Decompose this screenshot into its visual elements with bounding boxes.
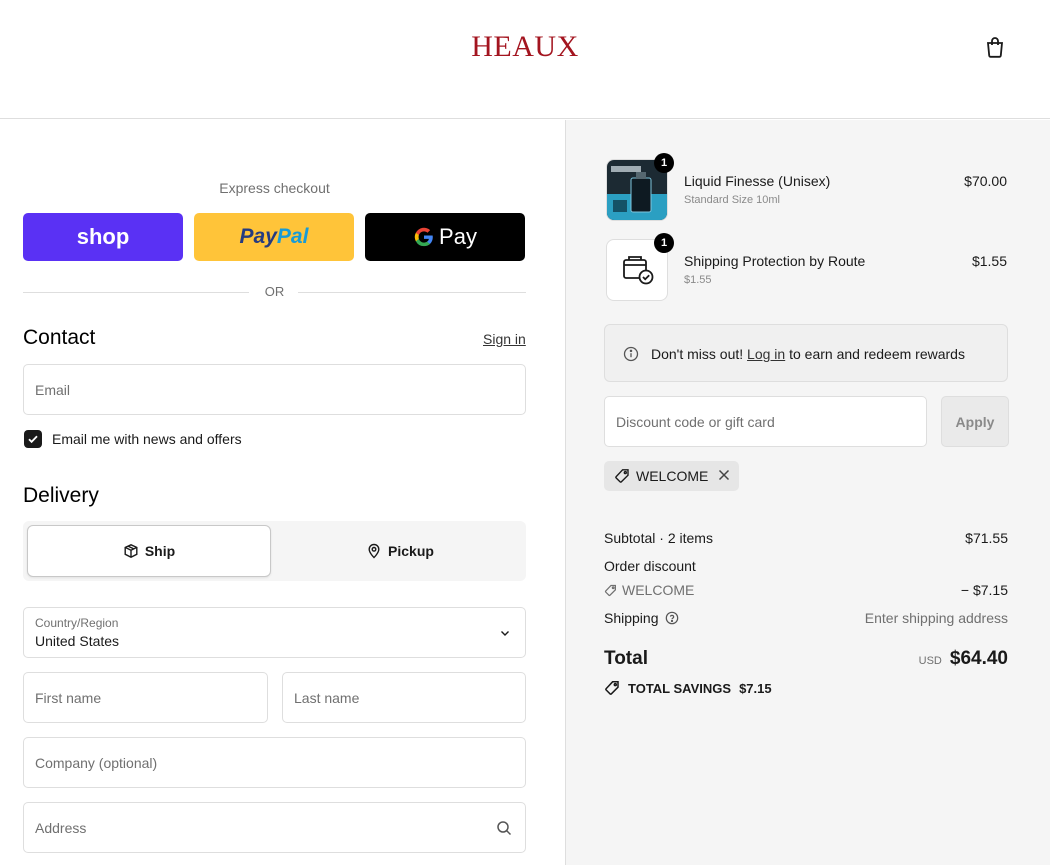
total-savings: TOTAL SAVINGS $7.15 — [604, 680, 772, 696]
address-field[interactable]: Address — [23, 802, 526, 853]
login-link[interactable]: Log in — [747, 346, 785, 362]
tag-icon — [604, 584, 616, 596]
shop-pay-button[interactable]: shop — [23, 213, 183, 261]
paypal-button[interactable]: Pay Pal — [194, 213, 354, 261]
rewards-text: Don't miss out! Log in to earn and redee… — [651, 346, 965, 362]
shop-pay-label: shop — [76, 224, 130, 249]
order-discount-label: Order discount — [604, 558, 696, 574]
ship-label: Ship — [144, 543, 176, 559]
box-icon — [124, 544, 138, 558]
order-summary: 1 Liquid Finesse (Unisex) Standard Size … — [565, 120, 1050, 865]
total-label: Total — [604, 648, 648, 669]
company-placeholder: Company (optional) — [35, 754, 158, 771]
currency-code: USD — [918, 655, 942, 667]
express-checkout-label: Express checkout — [219, 180, 330, 196]
tag-icon — [605, 681, 619, 695]
delivery-method-selector: Ship Pickup — [23, 521, 526, 581]
shipping-value: Enter shipping address — [864, 610, 1008, 626]
sign-in-link[interactable]: Sign in — [483, 331, 526, 347]
discount-value: − $7.15 — [960, 582, 1008, 598]
header: HEAUX — [0, 0, 1050, 119]
item-variant: $1.55 — [684, 274, 712, 286]
close-icon[interactable] — [717, 468, 731, 482]
shopping-bag-icon[interactable] — [983, 35, 1007, 59]
discount-placeholder: Discount code or gift card — [616, 413, 775, 430]
google-g-icon — [414, 227, 433, 247]
product-thumbnail: 1 — [606, 153, 674, 221]
item-price: $1.55 — [971, 253, 1007, 269]
address-placeholder: Address — [35, 819, 87, 836]
quantity-badge: 1 — [654, 153, 674, 173]
checkmark-icon — [28, 435, 38, 444]
first-name-field[interactable]: First name — [23, 672, 268, 723]
item-price: $70.00 — [964, 173, 1007, 189]
email-field[interactable]: Email — [23, 364, 526, 415]
or-divider: OR — [23, 284, 526, 300]
country-value: United States — [35, 633, 120, 649]
last-name-field[interactable]: Last name — [282, 672, 526, 723]
discount-code-text: WELCOME — [622, 582, 695, 598]
subtotal-value: $71.55 — [965, 530, 1008, 546]
apply-button[interactable]: Apply — [941, 396, 1009, 447]
search-icon[interactable] — [496, 820, 512, 836]
contact-title: Contact — [23, 326, 96, 349]
email-placeholder: Email — [35, 381, 71, 398]
store-logo[interactable]: HEAUX — [0, 30, 1050, 64]
location-pin-icon — [368, 543, 380, 559]
newsletter-checkbox[interactable] — [24, 430, 42, 448]
google-pay-button[interactable]: Pay — [365, 213, 525, 261]
applied-discount-chip: WELCOME — [604, 461, 739, 491]
applied-code: WELCOME — [636, 468, 709, 484]
total-amount: USD $64.40 — [919, 648, 1008, 670]
ship-option[interactable]: Ship — [27, 525, 271, 577]
newsletter-label: Email me with news and offers — [52, 431, 242, 447]
pickup-label: Pickup — [388, 543, 434, 559]
item-name: Shipping Protection by Route — [684, 253, 866, 269]
country-label: Country/Region — [35, 616, 119, 630]
total-row: Total USD $64.40 — [604, 648, 1008, 674]
rewards-banner: Don't miss out! Log in to earn and redee… — [604, 324, 1008, 382]
total-savings-value: $7.15 — [739, 680, 772, 696]
shipping-label: Shipping — [604, 610, 659, 626]
delivery-title: Delivery — [23, 484, 99, 507]
rewards-prefix: Don't miss out! — [651, 346, 748, 362]
product-thumbnail: 1 — [606, 233, 674, 301]
rewards-suffix: to earn and redeem rewards — [785, 346, 965, 362]
info-icon — [623, 346, 639, 362]
item-variant: Standard Size 10ml — [684, 194, 780, 206]
discount-code-field[interactable]: Discount code or gift card — [604, 396, 927, 447]
subtotal-label: Subtotal · 2 items — [604, 530, 713, 546]
paypal-label-part2: Pal — [276, 225, 309, 248]
tag-icon — [615, 469, 629, 483]
first-name-placeholder: First name — [35, 689, 102, 706]
total-value: $64.40 — [949, 648, 1008, 669]
last-name-placeholder: Last name — [294, 689, 360, 706]
discount-code-label: WELCOME — [604, 582, 694, 598]
checkout-form: Express checkout shop Pay Pal Pay OR Cont… — [0, 120, 565, 865]
chevron-down-icon — [501, 631, 509, 636]
shipping-label-wrap: Shipping — [604, 610, 679, 626]
google-pay-label: Pay — [439, 224, 477, 249]
company-field[interactable]: Company (optional) — [23, 737, 526, 788]
quantity-badge: 1 — [654, 233, 674, 253]
country-select[interactable]: Country/Region United States — [23, 607, 526, 658]
paypal-label-part1: Pay — [239, 225, 277, 248]
item-name: Liquid Finesse (Unisex) — [684, 173, 831, 189]
pickup-option[interactable]: Pickup — [278, 525, 522, 577]
total-savings-label: TOTAL SAVINGS — [628, 680, 732, 696]
help-icon[interactable] — [665, 611, 679, 625]
